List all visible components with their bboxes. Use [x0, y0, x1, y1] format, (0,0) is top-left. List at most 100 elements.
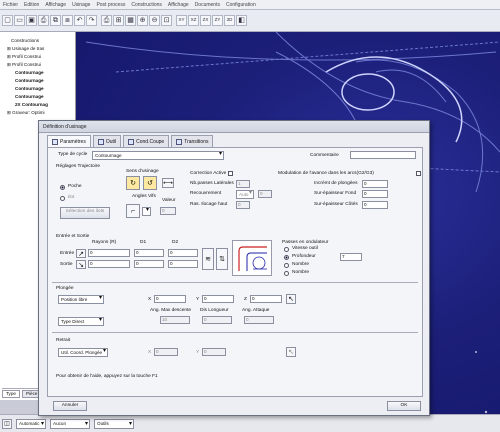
tree-item-label: Contournage: [15, 94, 44, 99]
climb-milling-icon[interactable]: ↻: [126, 176, 140, 190]
tree-item[interactable]: ⊞ Usinage de tras: [7, 46, 44, 52]
menu-item[interactable]: Documents: [195, 2, 220, 8]
menu-item[interactable]: Affichage: [168, 2, 189, 8]
annuler-button[interactable]: Annuler: [53, 401, 87, 411]
tree-item[interactable]: Contournage: [15, 94, 44, 99]
vitesse-radio[interactable]: [284, 247, 289, 252]
commentaire-field[interactable]: [350, 151, 416, 159]
copy-icon[interactable]: ⧉: [50, 15, 61, 26]
tools-select[interactable]: Outils: [94, 418, 134, 429]
entree-d1-field[interactable]: 0: [134, 249, 164, 257]
ang-max-field[interactable]: 10: [160, 316, 190, 324]
angle-select[interactable]: [142, 207, 151, 216]
modulation-checkbox[interactable]: [416, 171, 421, 176]
plongee-z-field[interactable]: 0: [250, 295, 282, 303]
tree-item[interactable]: ⊞ Profil Construi: [7, 54, 41, 60]
increment-plongees-field[interactable]: 0: [362, 180, 388, 188]
swap-direction-icon[interactable]: ⟷: [162, 178, 174, 188]
nb-passes-field[interactable]: 1: [236, 180, 250, 188]
undo-icon[interactable]: ↶: [74, 15, 85, 26]
sortie-mode-icon[interactable]: ↘: [76, 260, 86, 269]
menu-item[interactable]: Post process: [96, 2, 125, 8]
entree-rayon-field[interactable]: 0: [88, 249, 130, 257]
view-zx-icon[interactable]: ZX: [200, 15, 211, 26]
sortie-d1-field[interactable]: 0: [134, 260, 164, 268]
recouvrement-select[interactable]: Auto: [236, 190, 254, 199]
grid-icon[interactable]: ▦: [125, 15, 136, 26]
open-icon[interactable]: ▭: [14, 15, 25, 26]
tree-item[interactable]: Contournage: [15, 86, 44, 91]
menu-item[interactable]: Edition: [24, 2, 39, 8]
plongee-type-select[interactable]: Type Direct: [58, 317, 104, 326]
view-zy-icon[interactable]: ZY: [212, 15, 223, 26]
tree-item[interactable]: Constructions: [11, 38, 39, 43]
mode-select[interactable]: Automatic: [16, 418, 46, 429]
tab-type[interactable]: Type: [2, 390, 20, 398]
ang-attaque-field[interactable]: 0: [244, 316, 274, 324]
menu-item[interactable]: Fichier: [3, 2, 18, 8]
plongee-x-field[interactable]: 0: [154, 295, 186, 303]
tab-outil[interactable]: Outil: [92, 135, 122, 147]
retrait-mode-select[interactable]: Util. Coord. Plongée: [58, 348, 108, 357]
valeur-field[interactable]: 0: [160, 207, 176, 215]
nombre2-radio[interactable]: [284, 271, 289, 276]
sur-epaisseur-fond-field[interactable]: 0: [362, 190, 388, 198]
zoom-out-icon[interactable]: ⊖: [149, 15, 160, 26]
save-icon[interactable]: ▣: [26, 15, 37, 26]
ang-max-label: Ang. Max descente: [150, 308, 192, 313]
sur-epaisseur-cotes-field[interactable]: 0: [362, 201, 388, 209]
cutting-icon: [128, 138, 135, 145]
tree-item[interactable]: ⊞ Profil Construi: [7, 62, 41, 68]
print-icon[interactable]: ⎙: [38, 15, 49, 26]
mode-icon[interactable]: ◫: [2, 418, 12, 429]
correction-checkbox[interactable]: [228, 171, 233, 176]
plongee-y-field[interactable]: 0: [202, 295, 234, 303]
zoom-window-icon[interactable]: ⊡: [161, 15, 172, 26]
plongee-mode-select[interactable]: Position libre: [58, 295, 104, 304]
sortie-d2-field[interactable]: 0: [168, 260, 198, 268]
entree-mode-icon[interactable]: ↗: [76, 249, 86, 258]
entry-exit-mode-icon[interactable]: ⇅: [216, 248, 228, 270]
zoom-in-icon[interactable]: ⊕: [137, 15, 148, 26]
zoom-icon[interactable]: ⊞: [113, 15, 124, 26]
ras-field[interactable]: 0: [236, 201, 250, 209]
retrait-y-field[interactable]: 0: [202, 348, 226, 356]
selection-ilots-button[interactable]: Sélection des ilots: [60, 207, 110, 219]
conventional-milling-icon[interactable]: ↺: [143, 176, 157, 190]
menu-item[interactable]: Configuration: [226, 2, 256, 8]
tree-item[interactable]: Contournage: [15, 78, 44, 83]
profondeur-radio[interactable]: [284, 255, 289, 260]
redo-icon[interactable]: ↷: [86, 15, 97, 26]
print2-icon[interactable]: ⎙: [101, 15, 112, 26]
tree-item[interactable]: Contournage: [15, 70, 44, 75]
new-icon[interactable]: ▢: [2, 15, 13, 26]
menu-item[interactable]: Usinage: [72, 2, 90, 8]
type-cycle-select[interactable]: Contournage: [92, 151, 224, 160]
render-icon[interactable]: ◧: [236, 15, 247, 26]
dist-longueur-field[interactable]: 0: [202, 316, 232, 324]
menu-item[interactable]: Affichage: [45, 2, 66, 8]
nombre-radio[interactable]: [284, 263, 289, 268]
tab-transitions[interactable]: Transitions: [171, 135, 214, 147]
entry-exit-preview-icon[interactable]: ≋: [202, 248, 214, 270]
view-xz-icon[interactable]: XZ: [188, 15, 199, 26]
menu-item[interactable]: Constructions: [131, 2, 162, 8]
tree-item[interactable]: 2X Contournag: [15, 102, 48, 107]
sortie-rayon-field[interactable]: 0: [88, 260, 130, 268]
paste-icon[interactable]: ⧈: [62, 15, 73, 26]
profondeur-field[interactable]: 7: [340, 253, 362, 261]
tree-item[interactable]: ⊞ Graveur: Optimi: [7, 110, 45, 116]
poche-radio[interactable]: [60, 185, 65, 190]
ilot-radio[interactable]: [60, 196, 65, 201]
sharp-angle-icon[interactable]: ⌐: [126, 204, 140, 218]
pick-point-icon[interactable]: ↖: [286, 294, 296, 304]
view-xy-icon[interactable]: XY: [176, 15, 187, 26]
entree-d2-field[interactable]: 0: [168, 249, 198, 257]
retrait-pick-icon[interactable]: ↖: [286, 347, 296, 357]
view-iso-icon[interactable]: 3D: [224, 15, 235, 26]
filter-select[interactable]: Aucun: [50, 418, 90, 429]
retrait-x-field[interactable]: 0: [154, 348, 178, 356]
ok-button[interactable]: OK: [387, 401, 421, 411]
tab-cond-coupe[interactable]: Cond.Coupe: [123, 135, 170, 147]
recouvrement-field[interactable]: 0: [258, 190, 272, 198]
